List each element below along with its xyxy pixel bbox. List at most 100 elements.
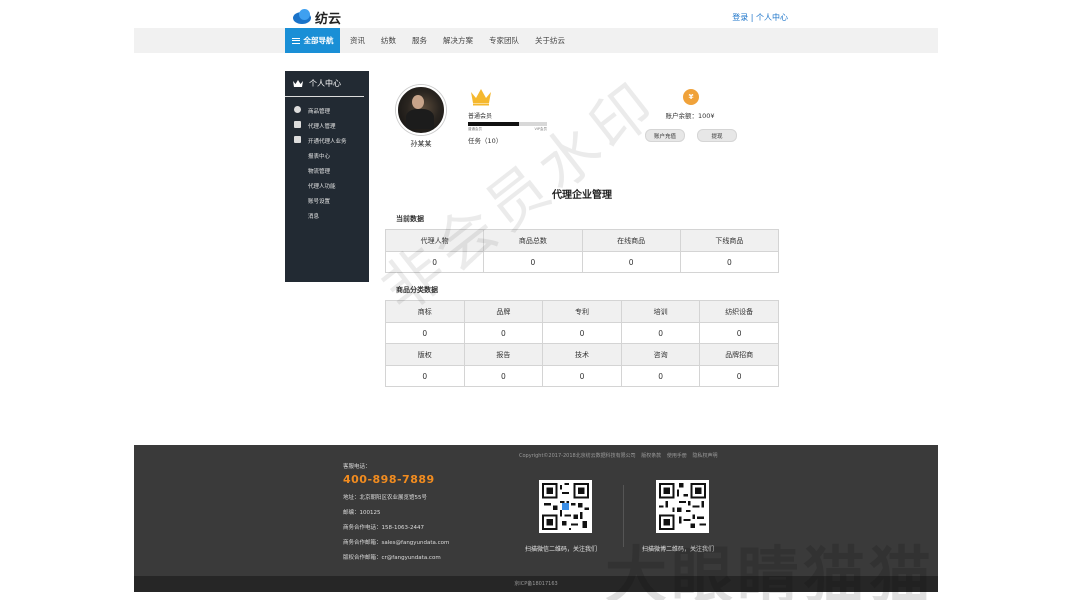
table-cell: 0 xyxy=(542,365,622,387)
sidebar-item-report-center[interactable]: 报表中心 xyxy=(285,148,369,163)
table-header-cell: 商品总数 xyxy=(483,229,583,252)
top-bar: 纺云 登录 | 个人中心 xyxy=(285,8,790,28)
crown-icon xyxy=(471,89,491,106)
sidebar-menu: 商品管理 代理人管理 开通代理人业务 报表中心 物流管理 代理人功能 账号设置 … xyxy=(285,103,369,223)
nav-item-experts[interactable]: 专家团队 xyxy=(489,35,519,46)
table-header-row: 商标 品牌 专利 培训 纺织设备 xyxy=(385,300,779,323)
footer-link-privacy[interactable]: 隐私权声明 xyxy=(693,453,718,459)
account-balance: 账户余额：100¥ xyxy=(665,112,715,120)
top-links-separator: | xyxy=(750,13,754,22)
nav-item-data[interactable]: 纺数 xyxy=(381,35,396,46)
main-nav: 全部导航 资讯 纺数 服务 解决方案 专家团队 关于纺云 xyxy=(134,28,938,53)
footer-link-terms[interactable]: 版权条款 xyxy=(641,453,661,459)
nav-item-about[interactable]: 关于纺云 xyxy=(535,35,565,46)
nav-item-solutions[interactable]: 解决方案 xyxy=(443,35,473,46)
sidebar-item-logistics[interactable]: 物流管理 xyxy=(285,163,369,178)
nav-items: 资讯 纺数 服务 解决方案 专家团队 关于纺云 xyxy=(342,28,573,53)
business-email[interactable]: 商务合作邮箱：sales@fangyundata.com xyxy=(343,538,493,546)
table-row: 0 0 0 0 xyxy=(384,251,780,273)
table-header-row: 版权 报告 技术 咨询 品牌招商 xyxy=(385,343,779,366)
table-header-cell: 品牌 xyxy=(463,300,544,323)
sidebar-item-agent-functions[interactable]: 代理人功能 xyxy=(285,178,369,193)
table-cell: 0 xyxy=(463,365,544,387)
table-header-row: 代理人物 商品总数 在线商品 下线商品 xyxy=(384,229,780,252)
table-cell: 0 xyxy=(699,365,779,387)
business-phone: 商务合作电话：158-1063-2447 xyxy=(343,525,424,531)
member-level: 普通会员 xyxy=(468,113,493,120)
table-cell: 0 xyxy=(542,322,622,344)
cloud-logo-icon xyxy=(293,8,311,24)
user-center-link[interactable]: 个人中心 xyxy=(756,13,788,22)
sidebar-item-label: 物流管理 xyxy=(308,168,331,175)
qr-code-icon xyxy=(659,483,706,530)
postcode: 邮编：100125 xyxy=(343,510,381,516)
sidebar-item-open-agent-business[interactable]: 开通代理人业务 xyxy=(285,133,369,148)
table-header-cell: 在线商品 xyxy=(581,229,681,252)
table-header-cell: 专利 xyxy=(542,300,622,323)
menu-icon xyxy=(291,37,300,44)
footer-link-manual[interactable]: 使用手册 xyxy=(667,453,687,459)
copyright-text: Copyright©2017-2018北京纺云数据科技有限公司 xyxy=(519,453,636,459)
sidebar-item-label: 代理人管理 xyxy=(308,123,336,130)
sidebar-item-label: 商品管理 xyxy=(308,108,331,115)
nav-item-services[interactable]: 服务 xyxy=(412,35,427,46)
address: 地址：北京朝阳区农业展览馆55号 xyxy=(343,495,427,501)
logo-text: 纺云 xyxy=(315,12,342,27)
all-nav-button[interactable]: 全部导航 xyxy=(285,28,340,53)
sidebar-item-account-settings[interactable]: 账号设置 xyxy=(285,193,369,208)
sidebar-header: 个人中心 xyxy=(285,71,364,97)
sidebar-item-label: 代理人功能 xyxy=(308,183,336,190)
table-header-cell: 品牌招商 xyxy=(699,343,779,366)
recharge-button[interactable]: 账户充值 xyxy=(645,129,685,142)
progress-ticks: 普通会员 VIP会员 xyxy=(468,127,547,132)
all-nav-label: 全部导航 xyxy=(303,36,334,45)
sidebar-item-agent-management[interactable]: 代理人管理 xyxy=(285,118,369,133)
wechat-qr-caption: 扫描微信二维码，关注我们 xyxy=(525,546,598,553)
page: 纺云 登录 | 个人中心 全部导航 资讯 纺数 服务 解决方案 专家团队 关于纺… xyxy=(0,0,1067,600)
sidebar-item-label: 账号设置 xyxy=(308,198,331,205)
copyright-email[interactable]: 版权合作邮箱：cr@fangyundata.com xyxy=(343,553,493,561)
table-cell: 0 xyxy=(463,322,544,344)
sidebar-item-label: 报表中心 xyxy=(308,153,331,160)
weibo-qr-code xyxy=(656,480,709,533)
table-cell: 0 xyxy=(620,322,701,344)
sidebar-item-label: 开通代理人业务 xyxy=(308,138,347,145)
table-header-cell: 报告 xyxy=(463,343,544,366)
id-card-icon xyxy=(294,136,301,143)
sidebar: 个人中心 商品管理 代理人管理 开通代理人业务 报表中心 物流管理 代理人功能 … xyxy=(285,71,369,282)
progress-tick-end: VIP会员 xyxy=(534,127,547,131)
sidebar-title: 个人中心 xyxy=(309,79,341,88)
table-cell: 0 xyxy=(699,322,779,344)
avatar[interactable] xyxy=(396,85,446,135)
sidebar-item-messages[interactable]: 消息 xyxy=(285,208,369,223)
table-header-cell: 技术 xyxy=(542,343,622,366)
table-cell: 0 xyxy=(385,365,465,387)
icp-number: 京ICP备18017163 xyxy=(514,581,558,587)
money-bag-glyph: ¥ xyxy=(688,93,694,101)
table-row: 0 0 0 0 0 xyxy=(385,365,779,387)
user-icon xyxy=(294,121,301,128)
table-cell: 0 xyxy=(384,251,485,273)
wechat-qr-code xyxy=(539,480,592,533)
copyright-bar: Copyright©2017-2018北京纺云数据科技有限公司 版权条款 使用手… xyxy=(519,452,718,459)
progress-tick-start: 普通会员 xyxy=(468,127,482,131)
withdraw-button[interactable]: 提现 xyxy=(697,129,737,142)
weibo-qr-caption: 扫描微博二维码，关注我们 xyxy=(642,546,715,553)
crown-icon xyxy=(293,80,303,87)
nav-item-news[interactable]: 资讯 xyxy=(350,35,365,46)
category-data-table: 商标 品牌 专利 培训 纺织设备 0 0 0 0 0 版权 报告 技术 咨询 品… xyxy=(385,300,779,387)
table-header-cell: 版权 xyxy=(385,343,465,366)
current-data-heading: 当前数据 xyxy=(396,215,424,223)
contact-info: 客服电话： 400-898-7889 地址：北京朝阳区农业展览馆55号 邮编：1… xyxy=(343,462,493,561)
table-header-cell: 商标 xyxy=(385,300,465,323)
member-progress-fill xyxy=(468,122,519,126)
table-header-cell: 代理人物 xyxy=(384,229,485,252)
footer-divider xyxy=(623,485,624,547)
logo[interactable]: 纺云 xyxy=(293,8,341,27)
hotline-label: 客服电话： xyxy=(343,464,371,470)
task-count[interactable]: 任务（10） xyxy=(468,135,502,145)
footer: Copyright©2017-2018北京纺云数据科技有限公司 版权条款 使用手… xyxy=(134,445,938,576)
sidebar-item-product-management[interactable]: 商品管理 xyxy=(285,103,369,118)
table-header-cell: 咨询 xyxy=(620,343,701,366)
login-link[interactable]: 登录 xyxy=(732,13,748,22)
